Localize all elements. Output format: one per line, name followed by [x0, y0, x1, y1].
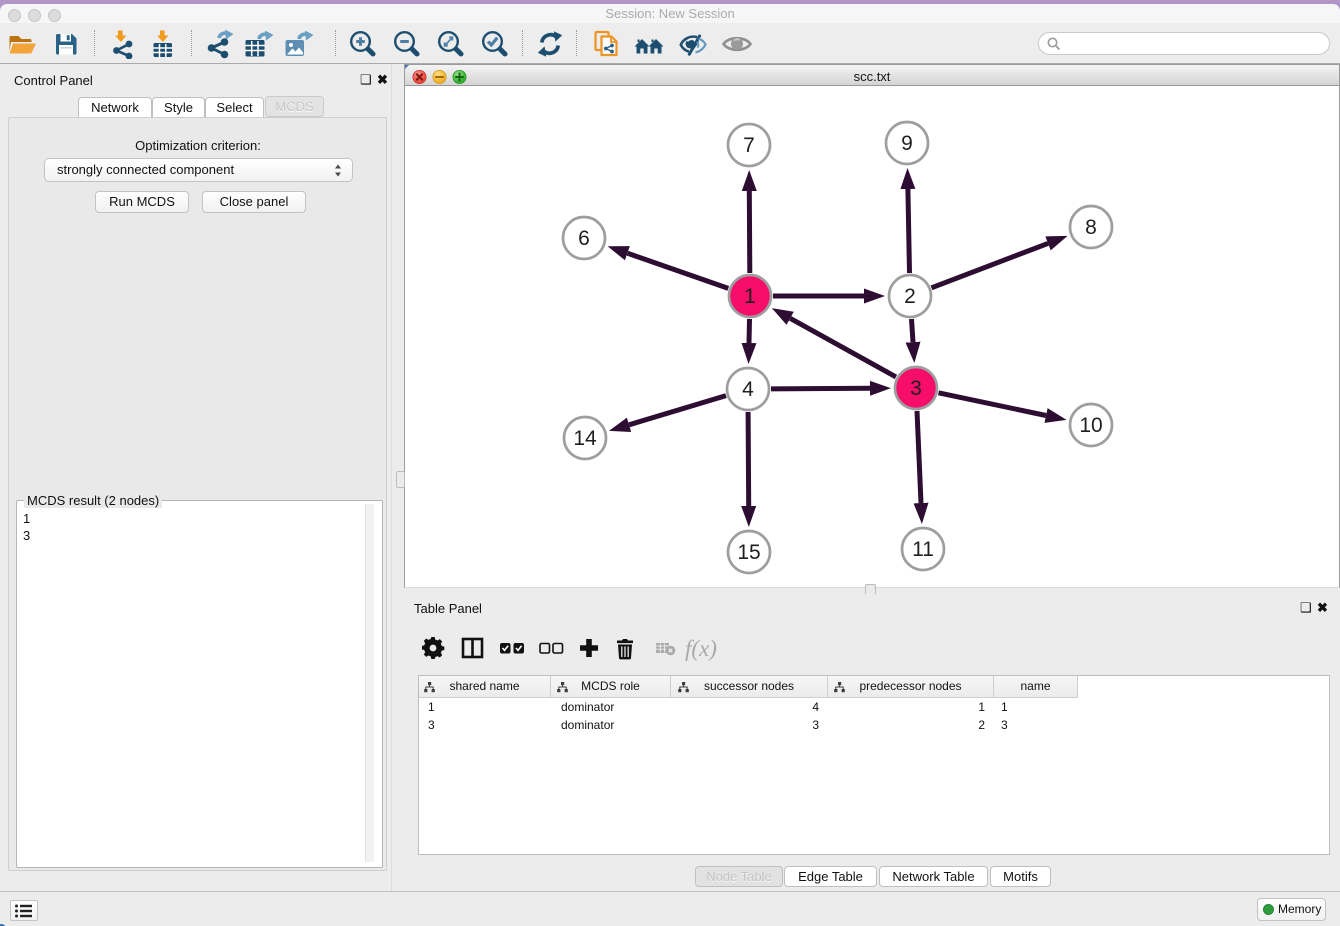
svg-text:9: 9	[901, 132, 913, 155]
svg-text:10: 10	[1079, 414, 1102, 437]
svg-text:11: 11	[912, 538, 934, 561]
svg-text:1: 1	[744, 285, 756, 308]
svg-text:14: 14	[573, 427, 597, 450]
svg-text:2: 2	[904, 285, 916, 308]
svg-text:3: 3	[910, 377, 922, 400]
svg-text:7: 7	[743, 134, 755, 157]
svg-text:f(x): f(x)	[685, 636, 717, 661]
svg-text:6: 6	[578, 227, 590, 250]
svg-text:15: 15	[737, 541, 760, 564]
svg-text:8: 8	[1085, 216, 1097, 239]
svg-text:4: 4	[742, 378, 754, 401]
